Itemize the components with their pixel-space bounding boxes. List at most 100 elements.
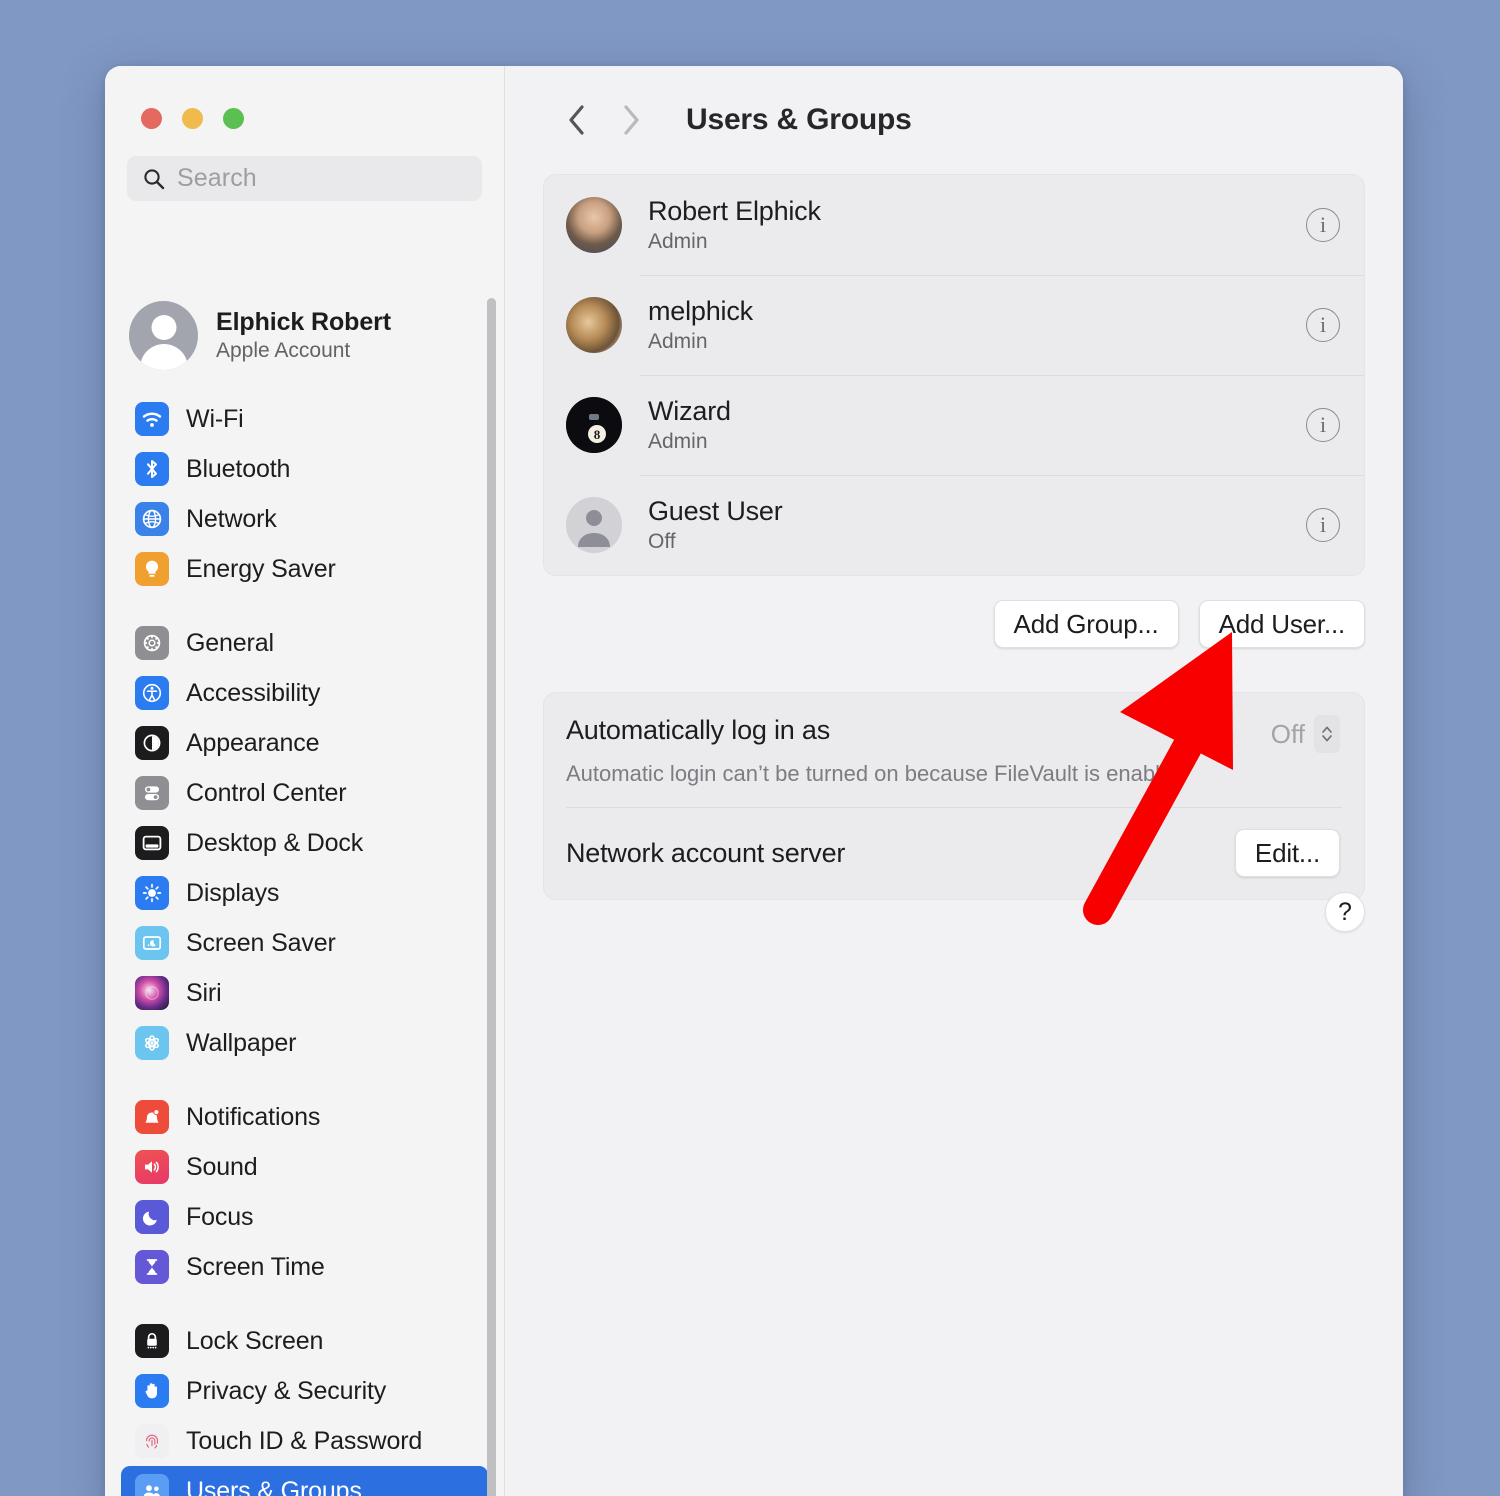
sidebar-item-label: Siri [186,978,222,1007]
sidebar-item-label: Notifications [186,1102,321,1131]
hourglass-icon [135,1250,169,1284]
network-account-server-label: Network account server [566,837,846,868]
globe-icon [135,502,169,536]
sidebar-scrollbar[interactable] [487,298,496,1496]
sidebar-item-control-center[interactable]: Control Center [121,768,488,818]
edit-button[interactable]: Edit... [1234,829,1340,877]
accessibility-icon [135,676,169,710]
search-placeholder: Search [177,164,257,192]
user-info: Wizard Admin [648,396,731,454]
sidebar-item-desktop-dock[interactable]: Desktop & Dock [121,818,488,868]
minimize-button[interactable] [182,108,203,129]
info-icon[interactable]: i [1306,208,1340,242]
table-row[interactable]: Guest User Off i [544,475,1364,575]
add-user-button[interactable]: Add User... [1198,600,1365,648]
user-name: Wizard [648,396,731,426]
sidebar-item-general[interactable]: General [121,618,488,668]
sidebar-item-label: Bluetooth [186,454,291,483]
avatar [566,197,622,253]
sidebar-item-label: Screen Saver [186,928,336,957]
sidebar-group-connectivity: Wi-Fi Bluetooth Network Energy Saver [105,394,504,594]
lightbulb-icon [135,552,169,586]
search-icon [144,168,165,189]
sidebar-item-energy-saver[interactable]: Energy Saver [121,544,488,594]
sidebar-item-label: Desktop & Dock [186,828,364,857]
user-info: melphick Admin [648,296,753,354]
sidebar-item-displays[interactable]: Displays [121,868,488,918]
apple-account-row[interactable]: Elphick Robert Apple Account [105,287,504,370]
user-name: melphick [648,296,753,326]
table-row[interactable]: 8 Wizard Admin i [544,375,1364,475]
sidebar-item-label: Control Center [186,778,347,807]
sidebar-item-appearance[interactable]: Appearance [121,718,488,768]
sidebar-item-screen-time[interactable]: Screen Time [121,1242,488,1292]
appearance-icon [135,726,169,760]
table-row[interactable]: Robert Elphick Admin i [544,175,1364,275]
sidebar-item-label: Lock Screen [186,1326,324,1355]
bell-icon [135,1100,169,1134]
sidebar-item-network[interactable]: Network [121,494,488,544]
sidebar-item-wifi[interactable]: Wi-Fi [121,394,488,444]
screen-saver-icon [135,926,169,960]
sidebar-item-focus[interactable]: Focus [121,1192,488,1242]
sidebar-item-privacy-security[interactable]: Privacy & Security [121,1366,488,1416]
search-field[interactable]: Search [127,156,482,201]
auto-login-popup[interactable]: Off [1271,715,1340,753]
sidebar-item-touch-id-password[interactable]: Touch ID & Password [121,1416,488,1466]
auto-login-row: Automatically log in as Off Automatic lo… [544,693,1364,807]
sidebar-item-users-groups[interactable]: Users & Groups [121,1466,488,1496]
zoom-button[interactable] [223,108,244,129]
sidebar-group-security: Lock Screen Privacy & Security Touch ID … [105,1316,504,1496]
sidebar-item-bluetooth[interactable]: Bluetooth [121,444,488,494]
info-icon[interactable]: i [1306,508,1340,542]
chevron-updown-icon [1314,715,1340,753]
sidebar-group-alerts: Notifications Sound Focus Screen Time [105,1092,504,1292]
info-icon[interactable]: i [1306,408,1340,442]
content-pane: Users & Groups Robert Elphick Admin i me… [505,66,1403,1496]
table-row[interactable]: melphick Admin i [544,275,1364,375]
speaker-icon [135,1150,169,1184]
sidebar-item-notifications[interactable]: Notifications [121,1092,488,1142]
user-info: Robert Elphick Admin [648,196,821,254]
gear-icon [135,626,169,660]
user-actions: Add Group... Add User... [543,600,1365,648]
sidebar-item-siri[interactable]: Siri [121,968,488,1018]
sidebar-item-screen-saver[interactable]: Screen Saver [121,918,488,968]
page-title: Users & Groups [686,103,912,136]
screen: Search Elphick Robert Apple Account Wi-F… [0,0,1500,1496]
auto-login-label: Automatically log in as [566,715,831,745]
help-button[interactable]: ? [1325,892,1365,932]
account-subtitle: Apple Account [216,339,351,362]
sidebar-item-lock-screen[interactable]: Lock Screen [121,1316,488,1366]
sidebar-item-sound[interactable]: Sound [121,1142,488,1192]
lock-icon [135,1324,169,1358]
sidebar-item-label: General [186,628,274,657]
users-icon [135,1474,169,1496]
search-container: Search [105,129,504,201]
user-role: Off [648,530,676,553]
user-role: Admin [648,230,708,253]
desktop-dock-icon [135,826,169,860]
back-chevron[interactable] [550,103,604,137]
user-role: Admin [648,430,708,453]
sidebar-item-label: Touch ID & Password [186,1426,423,1455]
system-settings-window: Search Elphick Robert Apple Account Wi-F… [105,66,1403,1496]
traffic-lights [105,66,504,129]
sidebar-item-label: Wallpaper [186,1028,297,1057]
users-list: Robert Elphick Admin i melphick Admin i [543,174,1365,576]
user-role: Admin [648,330,708,353]
auto-login-value: Off [1270,718,1305,749]
fingerprint-icon [135,1424,169,1458]
forward-chevron [604,103,658,137]
sidebar-item-label: Sound [186,1152,258,1181]
sidebar-item-accessibility[interactable]: Accessibility [121,668,488,718]
wallpaper-icon [135,1026,169,1060]
close-button[interactable] [141,108,162,129]
sidebar-item-label: Screen Time [186,1252,325,1281]
user-info: Guest User Off [648,496,783,554]
info-icon[interactable]: i [1306,308,1340,342]
sidebar-item-label: Accessibility [186,678,321,707]
sidebar-item-wallpaper[interactable]: Wallpaper [121,1018,488,1068]
add-group-button[interactable]: Add Group... [993,600,1179,648]
navigation-bar: Users & Groups [543,66,1365,174]
